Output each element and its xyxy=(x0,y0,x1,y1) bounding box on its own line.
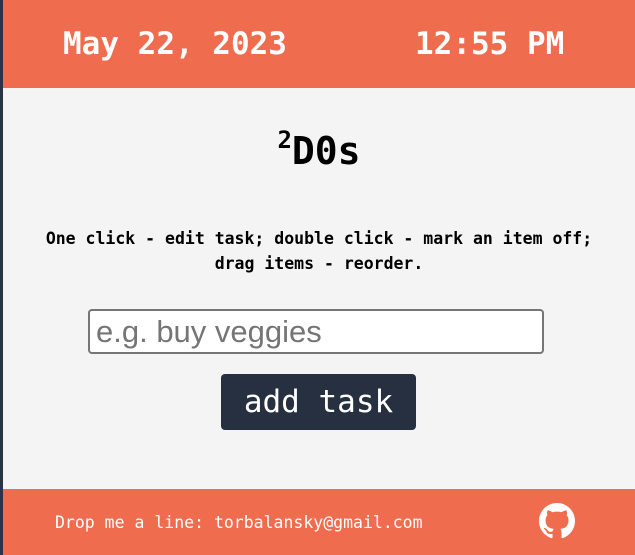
page-title: 2D0s xyxy=(3,128,635,173)
task-input[interactable] xyxy=(88,309,544,354)
current-date: May 22, 2023 xyxy=(63,26,287,62)
app-window: May 22, 2023 12:55 PM 2D0s One click - e… xyxy=(3,0,635,555)
title-text: D0s xyxy=(291,129,361,173)
github-icon[interactable] xyxy=(539,503,575,539)
contact-link[interactable]: Drop me a line: torbalansky@gmail.com xyxy=(55,513,423,532)
current-time: 12:55 PM xyxy=(415,26,565,62)
header-bar: May 22, 2023 12:55 PM xyxy=(3,0,635,88)
add-task-button[interactable]: add task xyxy=(221,374,416,430)
footer-bar: Drop me a line: torbalansky@gmail.com xyxy=(3,489,635,555)
title-superscript: 2 xyxy=(277,126,292,154)
instructions-text: One click - edit task; double click - ma… xyxy=(45,229,593,273)
